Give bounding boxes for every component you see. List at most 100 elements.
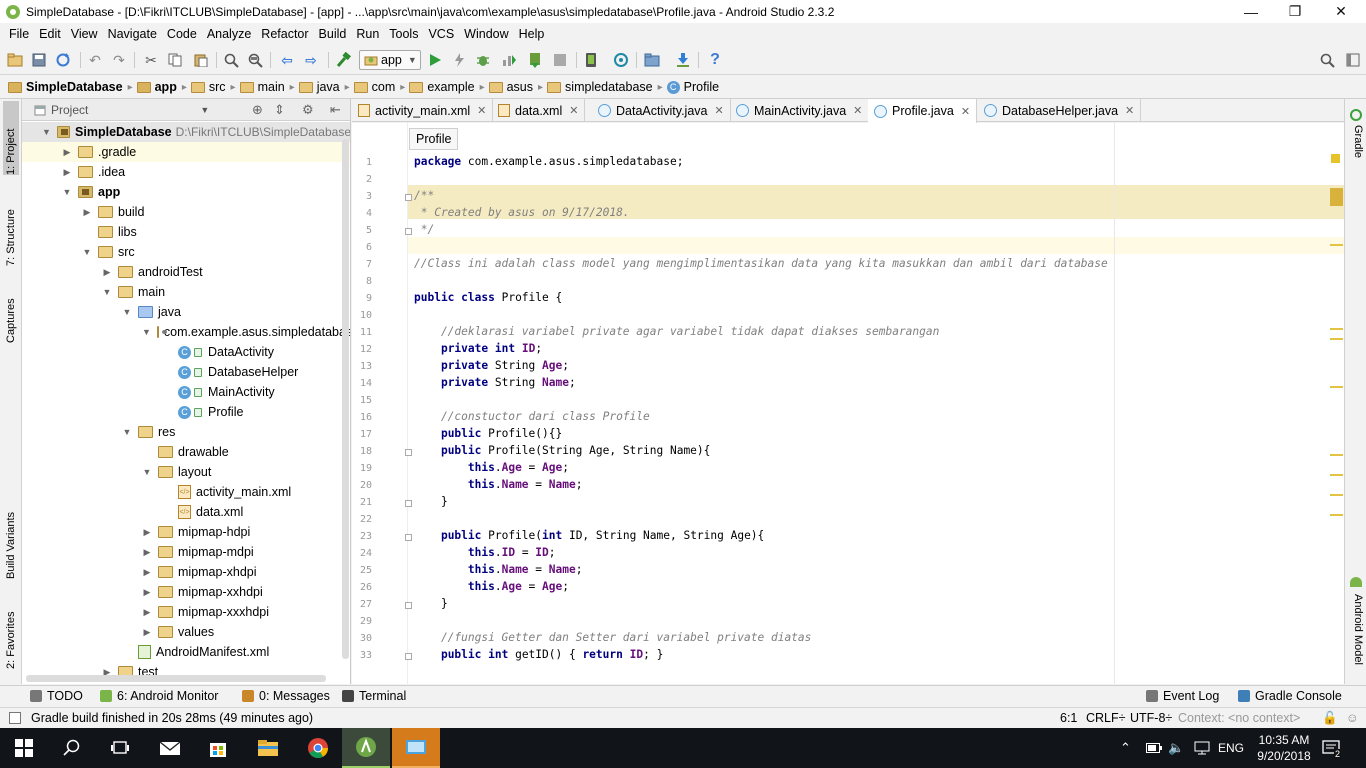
task-view-icon[interactable]	[96, 728, 144, 768]
menu-analyze[interactable]: Analyze	[202, 27, 256, 41]
collapsed-arrow-icon[interactable]: ▶	[142, 547, 152, 558]
tree-item[interactable]: ▼ SimpleDatabase D:\Fikri\ITCLUB\SimpleDat…	[22, 122, 350, 142]
project-structure-icon[interactable]	[643, 51, 661, 69]
expanded-arrow-icon[interactable]: ▼	[62, 187, 72, 197]
error-stripe[interactable]	[1330, 152, 1344, 684]
tool-window-event-log[interactable]: Event Log	[1146, 689, 1219, 703]
fold-marker-icon[interactable]	[405, 653, 412, 660]
breadcrumb-item[interactable]: main ▸	[239, 80, 295, 94]
avd-icon[interactable]	[582, 51, 600, 69]
tree-item[interactable]: </> activity_main.xml	[22, 482, 350, 502]
close-tab-icon[interactable]: ✕	[477, 104, 486, 117]
tab-favorites[interactable]: 2: Favorites	[3, 599, 19, 669]
hide-panel-icon[interactable]: ⇤	[330, 102, 341, 118]
menu-refactor[interactable]: Refactor	[256, 27, 313, 41]
editor-tab[interactable]: DataActivity.java ✕	[592, 99, 731, 122]
expanded-arrow-icon[interactable]: ▼	[102, 287, 112, 297]
menu-navigate[interactable]: Navigate	[103, 27, 162, 41]
mail-icon[interactable]	[146, 728, 194, 768]
tree-item[interactable]: C DatabaseHelper	[22, 362, 350, 382]
tree-item[interactable]: ▶ .gradle	[22, 142, 350, 162]
code-editor[interactable]: 1 2 3 4 5 6 7 8 9 10 11 12 13 14 15 16 17 18 19 20 21 22 23 24 2…	[352, 123, 1344, 684]
back-icon[interactable]: ⇦	[278, 51, 296, 69]
menu-help[interactable]: Help	[514, 27, 550, 41]
tree-item[interactable]: ▼ java	[22, 302, 350, 322]
menu-tools[interactable]: Tools	[384, 27, 423, 41]
tool-window-todo[interactable]: TODO	[30, 689, 83, 703]
language-indicator[interactable]: ENG	[1218, 728, 1244, 768]
debug-icon[interactable]	[474, 51, 492, 69]
project-view-select[interactable]: Project ▼	[34, 103, 209, 117]
close-tab-icon[interactable]: ✕	[714, 104, 723, 117]
tree-item[interactable]: ▼ src	[22, 242, 350, 262]
expanded-arrow-icon[interactable]: ▼	[142, 327, 151, 337]
fold-marker-icon[interactable]	[405, 500, 412, 507]
tree-item[interactable]: C DataActivity	[22, 342, 350, 362]
tree-item[interactable]: drawable	[22, 442, 350, 462]
tree-item[interactable]: ▶ .idea	[22, 162, 350, 182]
emulator-taskbar-icon[interactable]	[392, 728, 440, 768]
menu-edit[interactable]: Edit	[34, 27, 66, 41]
clock[interactable]: 10:35 AM 9/20/2018	[1254, 728, 1314, 768]
collapsed-arrow-icon[interactable]: ▶	[142, 587, 152, 598]
breadcrumb-item[interactable]: src ▸	[190, 80, 236, 94]
attach-icon[interactable]	[526, 51, 544, 69]
cut-icon[interactable]: ✂	[142, 51, 160, 69]
collapsed-arrow-icon[interactable]: ▶	[102, 267, 112, 278]
sdk-manager-icon[interactable]	[674, 51, 692, 69]
action-center-icon[interactable]: 2	[1322, 728, 1349, 768]
network-icon[interactable]	[1194, 728, 1210, 768]
menu-code[interactable]: Code	[162, 27, 202, 41]
expanded-arrow-icon[interactable]: ▼	[82, 247, 92, 257]
fold-marker-icon[interactable]	[405, 194, 412, 201]
line-separator[interactable]: CRLF÷	[1086, 711, 1126, 725]
breadcrumb-item[interactable]: java ▸	[298, 80, 350, 94]
editor-tab[interactable]: data.xml ✕	[492, 99, 586, 122]
open-icon[interactable]	[6, 51, 24, 69]
tool-window-android-monitor[interactable]: 6: Android Monitor	[100, 689, 218, 703]
collapsed-arrow-icon[interactable]: ▶	[82, 207, 92, 218]
expanded-arrow-icon[interactable]: ▼	[122, 307, 132, 317]
tree-item[interactable]: AndroidManifest.xml	[22, 642, 350, 662]
store-icon[interactable]	[194, 728, 242, 768]
fold-marker-icon[interactable]	[405, 228, 412, 235]
tree-item[interactable]: ▼ res	[22, 422, 350, 442]
search-everywhere-icon[interactable]	[1318, 51, 1336, 69]
editor-tab[interactable]: activity_main.xml ✕	[352, 99, 494, 122]
collapsed-arrow-icon[interactable]: ▶	[62, 147, 72, 158]
copy-icon[interactable]	[166, 51, 184, 69]
redo-icon[interactable]: ↷	[110, 51, 128, 69]
tree-item[interactable]: C Profile	[22, 402, 350, 422]
tool-window-terminal[interactable]: Terminal	[342, 689, 406, 703]
tree-item[interactable]: ▶ androidTest	[22, 262, 350, 282]
forward-icon[interactable]: ⇨	[302, 51, 320, 69]
tree-item[interactable]: C MainActivity	[22, 382, 350, 402]
tool-windows-toggle-icon[interactable]	[9, 712, 21, 724]
profile-icon[interactable]	[500, 51, 518, 69]
volume-icon[interactable]: 🔈	[1168, 728, 1184, 768]
tree-item[interactable]: ▼ app	[22, 182, 350, 202]
find-icon[interactable]	[222, 51, 240, 69]
tree-item[interactable]: ▶ mipmap-hdpi	[22, 522, 350, 542]
tool-window-gradle-console[interactable]: Gradle Console	[1238, 689, 1342, 703]
tab-android-model[interactable]: Android Model	[1348, 594, 1364, 665]
replace-icon[interactable]	[246, 51, 264, 69]
apply-changes-icon[interactable]	[450, 51, 468, 69]
tree-item[interactable]: ▼ com.example.asus.simpledatabase	[22, 322, 350, 342]
tab-structure[interactable]: 7: Structure	[3, 194, 19, 266]
help-icon[interactable]: ?	[706, 51, 724, 69]
minimize-button[interactable]: —	[1228, 0, 1274, 23]
caret-position[interactable]: 6:1	[1060, 711, 1077, 725]
tree-item[interactable]: ▼ main	[22, 282, 350, 302]
tree-item[interactable]: ▼ layout	[22, 462, 350, 482]
tree-item[interactable]: </> data.xml	[22, 502, 350, 522]
run-icon[interactable]	[426, 51, 444, 69]
tree-item[interactable]: ▶ build	[22, 202, 350, 222]
hector-icon[interactable]: ☺	[1346, 711, 1359, 725]
tree-item[interactable]: ▶ values	[22, 622, 350, 642]
tree-item[interactable]: ▶ mipmap-mdpi	[22, 542, 350, 562]
close-tab-icon[interactable]: ✕	[569, 104, 578, 117]
collapsed-arrow-icon[interactable]: ▶	[142, 567, 152, 578]
scroll-from-source-icon[interactable]: ⊕	[252, 102, 263, 118]
start-button[interactable]	[0, 728, 48, 768]
